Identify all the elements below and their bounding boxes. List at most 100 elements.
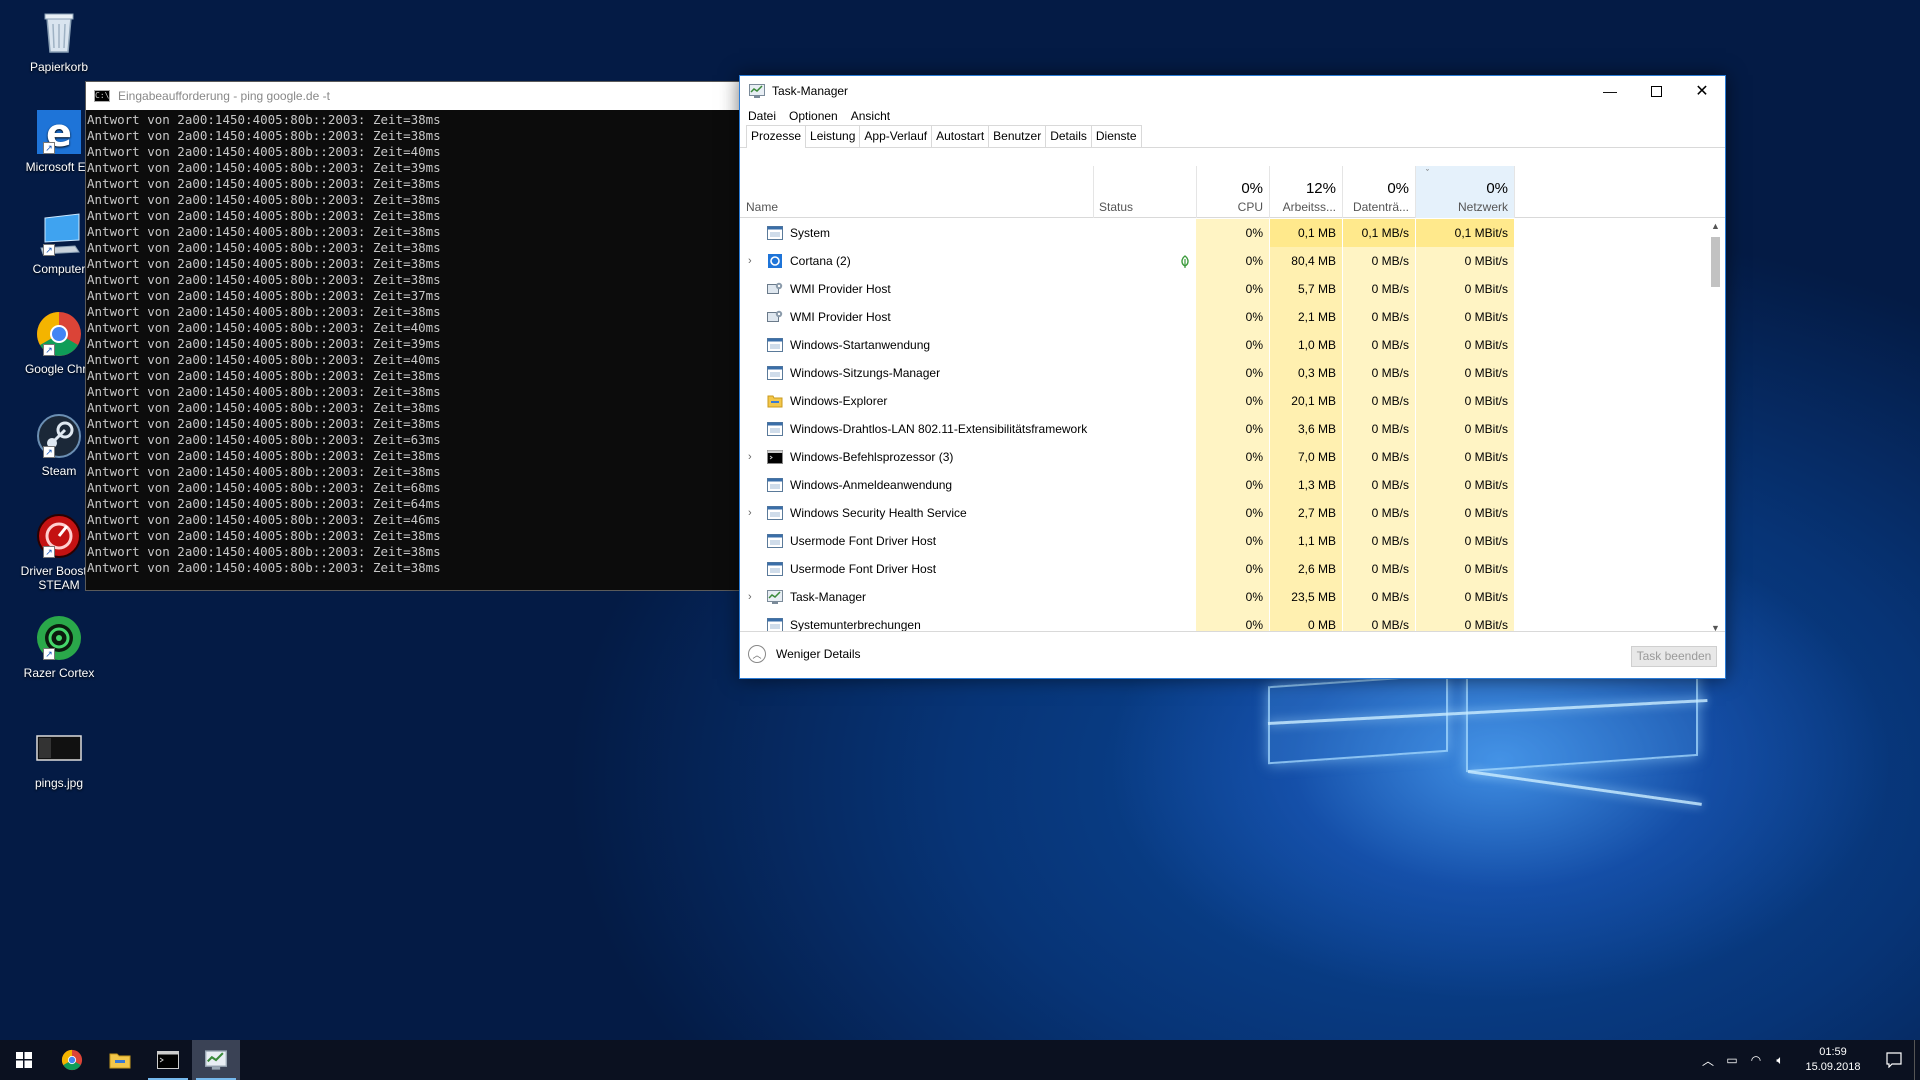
cmd-output-line: Antwort von 2a00:1450:4005:80b::2003: Ze… bbox=[87, 528, 441, 543]
taskmanager-titlebar[interactable]: Task-Manager — ✕ bbox=[740, 76, 1725, 106]
process-list[interactable]: System 0% 0,1 MB 0,1 MB/s 0,1 MBit/s › Cortana… bbox=[740, 219, 1707, 639]
system-tray: ︿ ▭ ◠ 🔈︎ 01:59 15.09.2018 bbox=[1696, 1040, 1920, 1080]
cmd-output-line: Antwort von 2a00:1450:4005:80b::2003: Ze… bbox=[87, 208, 441, 223]
show-desktop-button[interactable] bbox=[1914, 1040, 1920, 1080]
process-row[interactable]: Windows-Sitzungs-Manager 0% 0,3 MB 0 MB/s 0 … bbox=[740, 359, 1707, 387]
column-header-network[interactable]: ˇ 0% Netzwerk bbox=[1416, 166, 1514, 218]
process-name: Windows-Anmeldeanwendung bbox=[790, 478, 953, 492]
desktop-icon-razer-cortex[interactable]: ↗ Razer Cortex bbox=[13, 614, 105, 680]
process-row[interactable]: › Cortana (2) 0% 80,4 MB 0 MB/s 0 MBit/s bbox=[740, 247, 1707, 275]
menu-datei[interactable]: Datei bbox=[748, 109, 776, 123]
process-disk: 0 MB/s bbox=[1343, 275, 1415, 303]
chevron-right-icon[interactable]: › bbox=[748, 583, 760, 611]
process-row[interactable]: System 0% 0,1 MB 0,1 MB/s 0,1 MBit/s bbox=[740, 219, 1707, 247]
process-disk: 0,1 MB/s bbox=[1343, 219, 1415, 247]
taskbar-explorer[interactable] bbox=[96, 1040, 144, 1080]
tab-details[interactable]: Details bbox=[1045, 125, 1092, 147]
process-network: 0 MBit/s bbox=[1416, 583, 1514, 611]
cmd-titlebar[interactable]: C:\ Eingabeaufforderung - ping google.de… bbox=[86, 82, 739, 110]
tab-benutzer[interactable]: Benutzer bbox=[988, 125, 1047, 147]
scroll-up-icon[interactable]: ▲ bbox=[1707, 221, 1724, 235]
cmd-output-line: Antwort von 2a00:1450:4005:80b::2003: Ze… bbox=[87, 432, 441, 447]
wifi-icon[interactable]: ◠ bbox=[1744, 1053, 1768, 1067]
tab-autostart[interactable]: Autostart bbox=[931, 125, 990, 147]
desktop-icon-pings-jpg[interactable]: pings.jpg bbox=[13, 724, 105, 790]
process-row[interactable]: Windows-Startanwendung 0% 1,0 MB 0 MB/s 0 MB… bbox=[740, 331, 1707, 359]
process-row[interactable]: Windows-Anmeldeanwendung 0% 1,3 MB 0 MB/s 0 … bbox=[740, 471, 1707, 499]
cmd-output-line: Antwort von 2a00:1450:4005:80b::2003: Ze… bbox=[87, 224, 441, 239]
maximize-button[interactable] bbox=[1633, 76, 1679, 106]
tab-bar: Prozesse Leistung App-Verlauf Autostart … bbox=[740, 125, 1725, 148]
shortcut-arrow-icon: ↗ bbox=[43, 648, 55, 660]
process-memory: 2,7 MB bbox=[1270, 499, 1342, 527]
column-header-cpu[interactable]: 0% CPU bbox=[1196, 166, 1269, 218]
chevron-right-icon[interactable]: › bbox=[748, 247, 760, 275]
scroll-thumb[interactable] bbox=[1711, 237, 1720, 287]
process-name: Cortana (2) bbox=[790, 254, 851, 268]
column-header-memory[interactable]: 12% Arbeitss... bbox=[1270, 166, 1342, 218]
taskmanager-icon bbox=[767, 590, 783, 604]
process-row[interactable]: WMI Provider Host 0% 5,7 MB 0 MB/s 0 MBit/s bbox=[740, 275, 1707, 303]
fewer-details-label: Weniger Details bbox=[776, 647, 861, 661]
process-name: Usermode Font Driver Host bbox=[790, 562, 937, 576]
tray-overflow-chevron-icon[interactable]: ︿ bbox=[1696, 1052, 1720, 1069]
chevron-right-icon[interactable]: › bbox=[748, 443, 760, 471]
cmd-output[interactable]: Antwort von 2a00:1450:4005:80b::2003: Ze… bbox=[86, 110, 739, 576]
clock[interactable]: 01:59 15.09.2018 bbox=[1798, 1045, 1868, 1075]
process-name: Windows Security Health Service bbox=[790, 506, 967, 520]
process-row[interactable]: Usermode Font Driver Host 0% 1,1 MB 0 MB/s 0… bbox=[740, 527, 1707, 555]
maximize-icon bbox=[1650, 85, 1662, 97]
close-button[interactable]: ✕ bbox=[1679, 76, 1725, 106]
volume-icon[interactable]: 🔈︎ bbox=[1768, 1053, 1792, 1068]
process-memory: 2,1 MB bbox=[1270, 303, 1342, 331]
tab-app-verlauf[interactable]: App-Verlauf bbox=[859, 125, 933, 147]
column-header-status[interactable]: Status bbox=[1093, 166, 1196, 218]
process-memory: 2,6 MB bbox=[1270, 555, 1342, 583]
process-row[interactable]: › Windows-Befehlsprozessor (3) 0% 7,0 MB 0 M… bbox=[740, 443, 1707, 471]
menu-optionen[interactable]: Optionen bbox=[789, 109, 838, 123]
process-memory: 1,1 MB bbox=[1270, 527, 1342, 555]
minimize-button[interactable]: — bbox=[1587, 76, 1633, 106]
taskbar-chrome[interactable] bbox=[48, 1040, 96, 1080]
tab-dienste[interactable]: Dienste bbox=[1090, 125, 1142, 147]
process-network: 0 MBit/s bbox=[1416, 555, 1514, 583]
process-disk: 0 MB/s bbox=[1343, 583, 1415, 611]
process-row[interactable]: WMI Provider Host 0% 2,1 MB 0 MB/s 0 MBit/s bbox=[740, 303, 1707, 331]
action-center-button[interactable] bbox=[1874, 1040, 1914, 1080]
process-cpu: 0% bbox=[1196, 387, 1269, 415]
process-row[interactable]: › Windows Security Health Service 0% 2,7 MB… bbox=[740, 499, 1707, 527]
cmd-icon: C:\ bbox=[94, 90, 110, 102]
desktop-icon-recycle-bin[interactable]: Papierkorb bbox=[13, 8, 105, 74]
chevron-right-icon[interactable]: › bbox=[748, 499, 760, 527]
menu-ansicht[interactable]: Ansicht bbox=[851, 109, 890, 123]
taskmanager-window[interactable]: Task-Manager — ✕ Datei Optionen Ansicht … bbox=[739, 75, 1726, 679]
process-list-scrollbar[interactable]: ▲ ▼ bbox=[1707, 219, 1724, 639]
process-row[interactable]: Windows-Explorer 0% 20,1 MB 0 MB/s 0 MBit/s bbox=[740, 387, 1707, 415]
taskmanager-footer: ︿ Weniger Details Task beenden bbox=[740, 631, 1725, 678]
process-row[interactable]: Usermode Font Driver Host 0% 2,6 MB 0 MB/s 0… bbox=[740, 555, 1707, 583]
column-header-name[interactable]: Name bbox=[740, 166, 1093, 218]
cmd-window[interactable]: C:\ Eingabeaufforderung - ping google.de… bbox=[85, 81, 740, 591]
battery-icon[interactable]: ▭ bbox=[1720, 1053, 1744, 1067]
column-header-disk[interactable]: 0% Datenträ... bbox=[1343, 166, 1415, 218]
tab-prozesse[interactable]: Prozesse bbox=[746, 125, 807, 148]
memory-total: 12% bbox=[1305, 180, 1336, 197]
cmd-output-line: Antwort von 2a00:1450:4005:80b::2003: Ze… bbox=[87, 272, 441, 287]
end-task-button[interactable]: Task beenden bbox=[1631, 646, 1717, 667]
process-network: 0 MBit/s bbox=[1416, 527, 1514, 555]
tab-leistung[interactable]: Leistung bbox=[805, 125, 861, 147]
fewer-details-button[interactable]: ︿ Weniger Details bbox=[748, 645, 860, 663]
taskbar-taskmanager[interactable] bbox=[192, 1040, 240, 1080]
system-icon bbox=[767, 226, 783, 240]
process-name: Windows-Drahtlos-LAN 802.11-Extensibilit… bbox=[790, 422, 1088, 436]
process-disk: 0 MB/s bbox=[1343, 331, 1415, 359]
cmd-output-line: Antwort von 2a00:1450:4005:80b::2003: Ze… bbox=[87, 160, 441, 175]
process-row[interactable]: Windows-Drahtlos-LAN 802.11-Extensibilit… bbox=[740, 415, 1707, 443]
process-cpu: 0% bbox=[1196, 219, 1269, 247]
process-network: 0 MBit/s bbox=[1416, 387, 1514, 415]
process-row[interactable]: › Task-Manager 0% 23,5 MB 0 MB/s 0 MBit/s bbox=[740, 583, 1707, 611]
start-button[interactable] bbox=[0, 1040, 48, 1080]
process-memory: 1,0 MB bbox=[1270, 331, 1342, 359]
taskbar-cmd[interactable] bbox=[144, 1040, 192, 1080]
app-window-icon bbox=[767, 534, 783, 548]
